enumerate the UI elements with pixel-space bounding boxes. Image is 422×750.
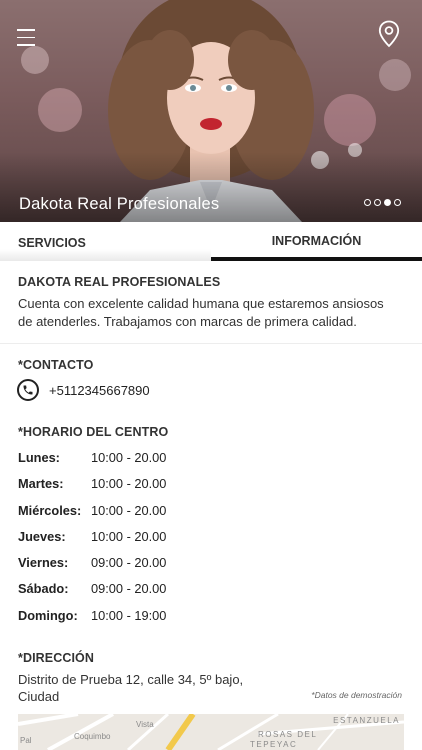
carousel-dot[interactable] — [394, 199, 401, 206]
schedule-row: Miércoles: 10:00 - 20.00 — [18, 503, 238, 529]
schedule-title: *HORARIO DEL CENTRO — [18, 425, 169, 439]
schedule-time: 10:00 - 19:00 — [91, 607, 167, 623]
divider — [0, 343, 422, 344]
map-label: Vista — [136, 720, 154, 729]
tab-servicios[interactable]: SERVICIOS — [0, 222, 211, 261]
contact-title: *CONTACTO — [18, 358, 94, 372]
schedule-day: Domingo: — [18, 607, 78, 623]
address-title: *DIRECCIÓN — [18, 651, 95, 665]
menu-button[interactable] — [17, 29, 35, 47]
hero-carousel[interactable]: Dakota Real Profesionales — [0, 0, 422, 222]
schedule-time: 10:00 - 20.00 — [91, 502, 167, 518]
about-line-2: de atenderles. Trabajamos con marcas de … — [18, 314, 357, 329]
tab-informacion[interactable]: INFORMACIÓN — [211, 222, 422, 261]
schedule-table: Lunes: 10:00 - 20.00 Martes: 10:00 - 20.… — [18, 450, 238, 634]
schedule-time: 09:00 - 20.00 — [91, 581, 167, 597]
schedule-time: 10:00 - 20.00 — [91, 476, 167, 492]
phone-link[interactable]: +5112345667890 — [17, 379, 150, 401]
schedule-row: Jueves: 10:00 - 20.00 — [18, 529, 238, 555]
carousel-dot[interactable] — [364, 199, 371, 206]
tab-label: INFORMACIÓN — [271, 234, 362, 248]
schedule-time: 10:00 - 20.00 — [91, 528, 167, 544]
map-label: ROSAS DEL — [258, 730, 318, 739]
hamburger-icon — [17, 29, 35, 31]
map-pin-icon — [378, 20, 400, 48]
schedule-row: Lunes: 10:00 - 20.00 — [18, 450, 238, 476]
map-label: ESTANZUELA — [333, 716, 400, 725]
schedule-row: Martes: 10:00 - 20.00 — [18, 476, 238, 502]
carousel-dot[interactable] — [374, 199, 381, 206]
address-line-1: Distrito de Prueba 12, calle 34, 5º bajo… — [18, 672, 244, 687]
schedule-day: Jueves: — [18, 528, 66, 544]
carousel-dot-active[interactable] — [384, 199, 391, 206]
hamburger-icon-line — [17, 44, 35, 46]
location-button[interactable] — [378, 20, 400, 48]
map-label: Pal — [20, 736, 32, 745]
business-name: DAKOTA REAL PROFESIONALES — [18, 275, 221, 289]
schedule-day: Sábado: — [18, 581, 69, 597]
schedule-time: 10:00 - 20.00 — [91, 450, 167, 465]
schedule-row: Sábado: 09:00 - 20.00 — [18, 581, 238, 607]
schedule-time: 09:00 - 20.00 — [91, 555, 167, 571]
tab-bar: SERVICIOS INFORMACIÓN — [0, 222, 422, 261]
phone-icon — [17, 379, 39, 401]
hamburger-icon-line — [17, 36, 35, 39]
hero-title: Dakota Real Profesionales — [19, 195, 220, 213]
map-label: Coquimbo — [74, 732, 111, 741]
carousel-dots[interactable] — [364, 199, 401, 206]
map-label: TEPEYAC — [250, 740, 298, 749]
about-line-1: Cuenta con excelente calidad humana que … — [18, 296, 384, 311]
address-line-2: Ciudad — [18, 689, 60, 704]
tab-label: SERVICIOS — [18, 236, 86, 250]
schedule-row: Viernes: 09:00 - 20.00 — [18, 555, 238, 581]
schedule-day: Miércoles: — [18, 502, 82, 518]
schedule-row: Domingo: 10:00 - 19:00 — [18, 608, 238, 634]
location-map[interactable]: ESTANZUELA ROSAS DEL TEPEYAC Coquimbo Vi… — [18, 714, 404, 750]
demo-data-note: *Datos de demostración — [311, 690, 402, 700]
schedule-day: Martes: — [18, 476, 64, 492]
schedule-day: Viernes: — [18, 555, 69, 571]
phone-number: +5112345667890 — [49, 382, 150, 398]
schedule-day: Lunes: — [18, 450, 60, 465]
